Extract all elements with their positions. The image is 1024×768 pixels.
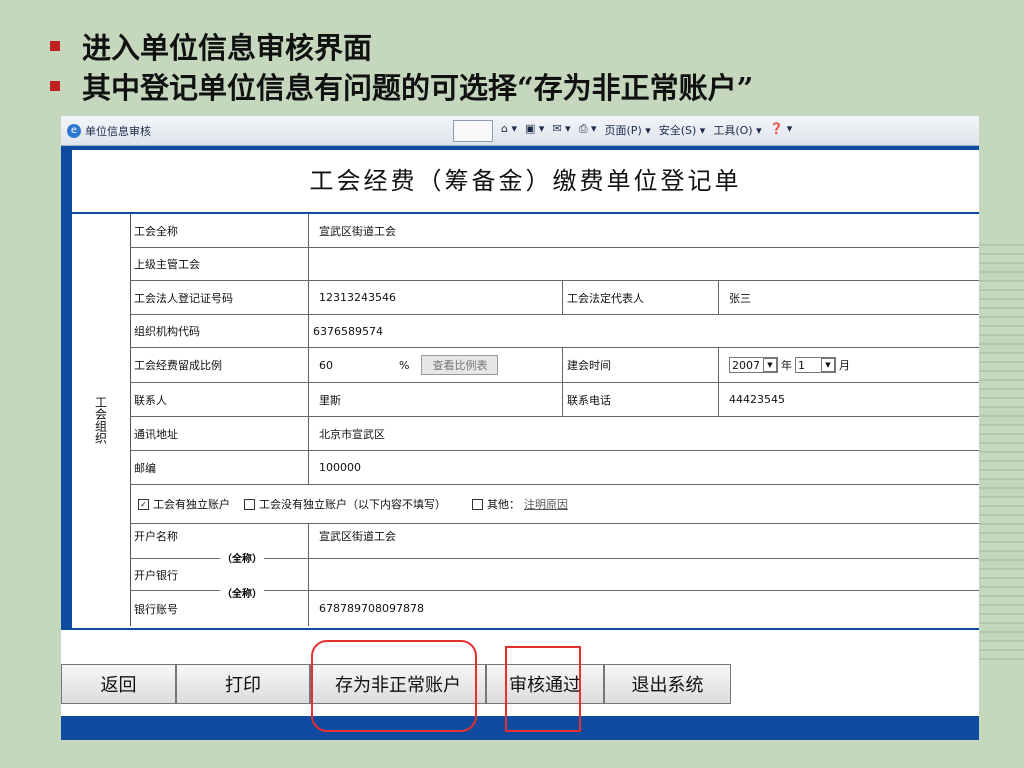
full-name-tag: （全称）: [220, 585, 264, 600]
help-icon[interactable]: ❓ ▾: [770, 122, 793, 138]
bullet-marker: [50, 81, 60, 91]
form-row-ratio: 工会经费留成比例 60 % 查看比例表 建会时间 2007 ▼ 年 1 ▼ 月: [130, 348, 979, 383]
field-label: 开户名称: [134, 530, 178, 543]
phone-field[interactable]: 44423545: [718, 383, 979, 416]
chevron-down-icon: ▼: [763, 358, 777, 372]
option-label: 工会没有独立账户（以下内容不填写）: [259, 498, 446, 511]
field-label: 通讯地址: [134, 427, 178, 441]
mail-icon[interactable]: ✉ ▾: [552, 122, 570, 138]
page-menu[interactable]: 页面(P) ▾: [605, 122, 651, 138]
field-label: 组织机构代码: [134, 325, 200, 338]
bank-field[interactable]: [308, 559, 979, 590]
other-checkbox[interactable]: [472, 498, 483, 510]
browser-toolbar: e 单位信息审核 ⌂ ▾ ▣ ▾ ✉ ▾ ⎙ ▾ 页面(P) ▾ 安全(S) ▾…: [61, 116, 979, 146]
side-label: 工会组织: [72, 214, 131, 626]
independent-account-checkbox[interactable]: ✓: [138, 498, 149, 510]
year-select[interactable]: 2007 ▼: [729, 357, 778, 373]
field-label: 邮编: [134, 461, 156, 475]
tab-title: 单位信息审核: [85, 124, 151, 138]
safety-menu[interactable]: 安全(S) ▾: [659, 122, 706, 138]
back-button[interactable]: 返回: [61, 664, 176, 704]
tab-blank[interactable]: [453, 120, 493, 142]
account-options: ✓ 工会有独立账户 工会没有独立账户（以下内容不填写） 其他： 注明原因: [130, 485, 979, 523]
chevron-down-icon: ▼: [821, 358, 835, 372]
field-label: 工会法定代表人: [562, 281, 718, 314]
exit-system-button[interactable]: 退出系统: [604, 664, 731, 704]
option-label: 工会有独立账户: [153, 498, 230, 511]
tools-menu[interactable]: 工具(O) ▾: [713, 122, 761, 138]
month-unit: 月: [839, 359, 850, 372]
address-field[interactable]: 北京市宣武区: [308, 417, 979, 450]
account-no-field[interactable]: 678789708097878: [308, 591, 979, 626]
highlight-rect: [505, 646, 581, 732]
registration-form: 工会组织 工会全称 宣武区街道工会 上级主管工会 工会法人登记证号码 12313…: [72, 214, 979, 628]
month-select[interactable]: 1 ▼: [795, 357, 836, 373]
no-account-checkbox[interactable]: [244, 498, 255, 510]
field-label: 工会法人登记证号码: [134, 291, 233, 305]
account-name-field[interactable]: 宣武区街道工会: [308, 524, 979, 558]
field-label: 银行账号: [134, 602, 178, 616]
contact-field[interactable]: 里斯: [308, 383, 562, 416]
bullet-text: 其中登记单位信息有问题的可选择“存为非正常账户”: [82, 71, 754, 105]
reg-no-field[interactable]: 12313243546: [308, 281, 562, 314]
org-code-field[interactable]: 6376589574: [308, 315, 979, 347]
field-label: 上级主管工会: [134, 258, 200, 271]
form-row-reg-no: 工会法人登记证号码 12313243546 工会法定代表人 张三: [130, 281, 979, 315]
field-label: 建会时间: [562, 348, 718, 382]
legal-rep-field[interactable]: 张三: [718, 281, 979, 314]
highlight-oval: [311, 640, 477, 732]
bullet-item: 进入单位信息审核界面: [50, 26, 753, 66]
form-row-org-code: 组织机构代码 6376589574: [130, 315, 979, 348]
field-label: 联系人: [134, 393, 167, 407]
browser-window: e 单位信息审核 ⌂ ▾ ▣ ▾ ✉ ▾ ⎙ ▾ 页面(P) ▾ 安全(S) ▾…: [61, 116, 979, 740]
print-button[interactable]: 打印: [176, 664, 310, 704]
field-label: 工会全称: [134, 224, 178, 238]
form-row-contact: 联系人 里斯 联系电话 44423545: [130, 383, 979, 417]
browser-tab[interactable]: e 单位信息审核: [61, 123, 427, 139]
full-name-field[interactable]: 宣武区街道工会: [308, 214, 979, 247]
bullet-item: 其中登记单位信息有问题的可选择“存为非正常账户”: [50, 66, 753, 106]
browser-commands: ⌂ ▾ ▣ ▾ ✉ ▾ ⎙ ▾ 页面(P) ▾ 安全(S) ▾ 工具(O) ▾ …: [501, 122, 792, 138]
reason-link[interactable]: 注明原因: [524, 496, 568, 512]
year-unit: 年: [781, 359, 792, 372]
feeds-icon[interactable]: ▣ ▾: [525, 122, 544, 138]
form-row-account-options: ✓ 工会有独立账户 工会没有独立账户（以下内容不填写） 其他： 注明原因: [130, 485, 979, 524]
home-icon[interactable]: ⌂ ▾: [501, 122, 517, 138]
field-label: 开户银行: [134, 568, 178, 582]
ie-logo-icon: e: [67, 123, 81, 138]
ratio-unit: %: [399, 358, 410, 372]
ratio-cell: 60 % 查看比例表: [308, 348, 562, 382]
field-label: 工会经费留成比例: [134, 359, 222, 372]
form-row-superior: 上级主管工会: [130, 248, 979, 281]
form-row-full-name: 工会全称 宣武区街道工会: [130, 214, 979, 248]
form-title: 工会经费（筹备金）缴费单位登记单: [72, 150, 979, 212]
option-label: 其他：: [487, 498, 520, 511]
ratio-field[interactable]: 60: [319, 359, 399, 372]
print-icon[interactable]: ⎙ ▾: [579, 122, 597, 138]
bullet-text: 进入单位信息审核界面: [82, 31, 373, 65]
form-row-postcode: 邮编 100000: [130, 451, 979, 485]
superior-union-field[interactable]: [308, 248, 979, 280]
postcode-field[interactable]: 100000: [308, 451, 979, 484]
bullet-marker: [50, 41, 60, 51]
slide-bullets: 进入单位信息审核界面 其中登记单位信息有问题的可选择“存为非正常账户”: [50, 26, 753, 106]
field-label: 联系电话: [562, 383, 718, 416]
view-ratio-button[interactable]: 查看比例表: [421, 355, 499, 375]
form-row-address: 通讯地址 北京市宣武区: [130, 417, 979, 451]
full-name-tag: （全称）: [220, 550, 264, 565]
founded-cell: 2007 ▼ 年 1 ▼ 月: [718, 348, 979, 382]
